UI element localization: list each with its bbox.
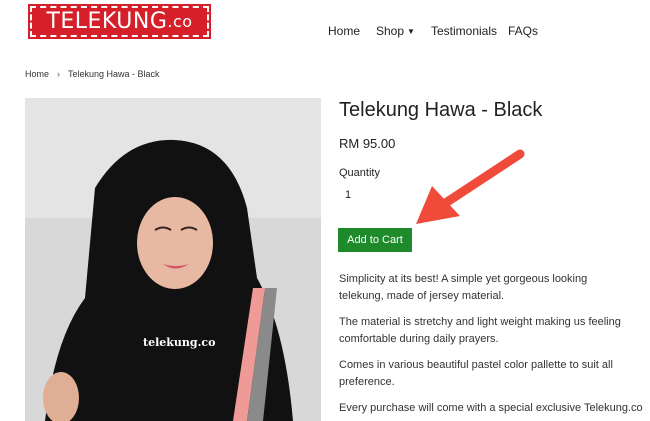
description-paragraph: Simplicity at its best! A simple yet gor…: [339, 273, 588, 302]
quantity-input[interactable]: [339, 186, 379, 204]
description-paragraph: Comes in various beautiful pastel color …: [339, 359, 613, 388]
nav-home[interactable]: Home: [328, 24, 360, 38]
breadcrumb-separator: ›: [57, 69, 61, 79]
nav-faqs[interactable]: FAQs: [508, 24, 538, 38]
nav-testimonials[interactable]: Testimonials: [431, 24, 497, 38]
breadcrumb-current: Telekung Hawa - Black: [68, 69, 160, 79]
red-arrow-icon: [416, 149, 525, 224]
image-watermark: telekung.co: [143, 336, 216, 349]
add-to-cart-button[interactable]: Add to Cart: [338, 228, 412, 252]
breadcrumb: Home › Telekung Hawa - Black: [25, 69, 160, 79]
product-price: RM 95.00: [339, 136, 396, 151]
quantity-label: Quantity: [339, 167, 380, 179]
breadcrumb-home[interactable]: Home: [25, 69, 49, 79]
product-title: Telekung Hawa - Black: [339, 99, 543, 121]
nav-shop[interactable]: Shop ▼: [376, 24, 415, 38]
description-paragraph: The material is stretchy and light weigh…: [339, 316, 621, 345]
product-image[interactable]: telekung.co: [25, 98, 321, 421]
main-nav: Home Shop ▼ Testimonials FAQs: [0, 24, 650, 40]
chevron-down-icon: ▼: [407, 27, 415, 36]
nav-shop-label: Shop: [376, 24, 405, 38]
description-paragraph: Every purchase will come with a special …: [339, 402, 643, 414]
product-photo: [25, 98, 321, 421]
